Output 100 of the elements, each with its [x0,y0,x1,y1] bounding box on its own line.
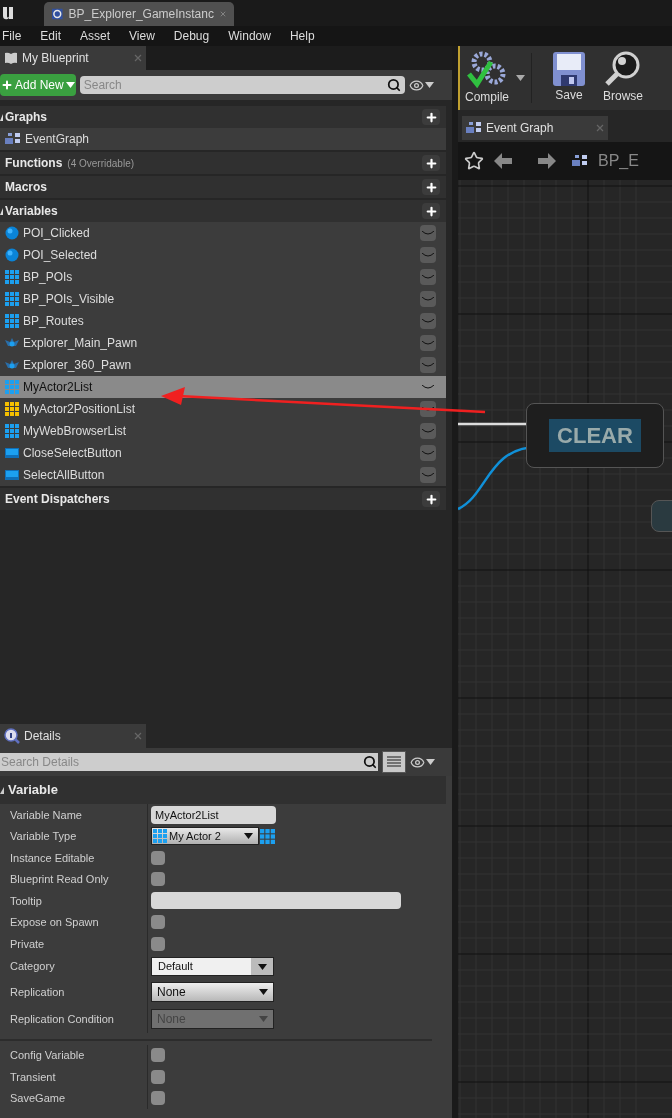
visibility-menu[interactable] [408,77,434,93]
replication-dropdown[interactable]: None [151,982,274,1002]
blueprint-item[interactable]: BP_Routes [0,310,446,332]
panel-tab[interactable]: Event Graph [462,116,608,140]
blueprint-item[interactable]: POI_Clicked [0,222,446,244]
plus-icon [424,180,438,194]
visibility-toggle[interactable] [420,247,436,263]
forward-arrow-icon[interactable] [538,152,556,170]
grid-icon [5,380,19,394]
section-header[interactable]: Event Dispatchers [0,488,446,510]
closed-eye-icon [422,318,434,324]
visibility-toggle[interactable] [420,269,436,285]
magnifier-icon [605,51,641,87]
blueprint-item[interactable]: MyActor2List [0,376,446,398]
graph-icon [466,122,482,134]
blueprint-item[interactable]: POI_Selected [0,244,446,266]
visibility-toggle[interactable] [420,467,436,483]
toolbar-button[interactable]: Browse [598,51,648,105]
menu-item[interactable]: Edit [40,27,62,45]
closed-eye-icon [422,428,434,434]
blueprint-item[interactable]: MyActor2PositionList [0,398,446,420]
visibility-menu[interactable] [410,754,435,770]
document-tab[interactable]: BP_Explorer_GameInstanc [44,2,234,26]
exec-wire [458,422,528,426]
menu-item[interactable]: Debug [173,27,210,45]
add-button[interactable] [422,491,440,507]
checkbox[interactable] [151,850,165,865]
add-button[interactable] [422,155,440,171]
visibility-toggle[interactable] [420,445,436,461]
blueprint-item[interactable]: CloseSelectButton [0,442,446,464]
category-combo[interactable]: Default [151,957,274,976]
closed-eye-icon [422,472,434,478]
toolbar-button[interactable]: Save [544,52,594,104]
checkbox[interactable] [151,1069,165,1084]
visibility-toggle[interactable] [420,357,436,373]
section-header[interactable]: Graphs [0,106,446,128]
property-label: Expose on Spawn [10,915,99,930]
plus-icon [424,156,438,170]
back-arrow-icon[interactable] [494,152,512,170]
menu-item[interactable]: Asset [80,27,111,45]
menu-item[interactable]: Help [289,27,315,45]
visibility-toggle[interactable] [420,313,436,329]
panel-tab[interactable]: Details [0,724,146,748]
close-icon[interactable] [219,10,226,18]
checkbox[interactable] [151,1048,165,1063]
blueprint-item[interactable]: MyWebBrowserList [0,420,446,442]
property-label: Transient [10,1069,56,1085]
menu-item[interactable]: File [2,27,22,45]
visibility-toggle[interactable] [420,423,436,439]
property-label: Instance Editable [10,850,95,866]
name-field[interactable]: MyActor2List [151,805,276,824]
type-dropdown[interactable]: My Actor 2 [151,827,259,846]
blueprint-item[interactable]: SelectAllButton [0,464,446,486]
section-header[interactable]: Variable [0,776,446,804]
visibility-toggle[interactable] [420,335,436,351]
app-logo[interactable] [2,5,14,21]
section-note: (4 Overridable) [67,156,135,171]
visibility-toggle[interactable] [420,225,436,241]
closed-eye-icon [422,274,434,280]
breadcrumb[interactable]: BP_E [598,149,639,173]
property-label: Replication Condition [10,1011,114,1027]
property-label: Variable Type [10,829,77,844]
add-button[interactable] [422,109,440,125]
tooltip-field[interactable] [151,892,401,910]
clear-node[interactable]: CLEAR [526,403,664,468]
caret-icon [259,989,268,995]
blueprint-item[interactable]: Explorer_Main_Pawn [0,332,446,354]
closed-eye-icon [422,362,434,368]
caret-icon [426,759,435,765]
closed-eye-icon [422,406,434,412]
close-icon[interactable] [134,732,142,740]
section-header[interactable]: Macros [0,176,446,198]
close-icon[interactable] [596,124,604,132]
closed-eye-icon [422,450,434,456]
menu-item[interactable]: View [129,27,155,45]
panel-tab[interactable]: My Blueprint [0,46,146,70]
property-matrix-button[interactable] [382,751,406,773]
blueprint-item[interactable]: BP_POIs_Visible [0,288,446,310]
visibility-toggle[interactable] [420,291,436,307]
add-button[interactable] [422,179,440,195]
grid-icon [5,402,19,416]
toolbar-button[interactable]: Compile [462,50,512,106]
star-icon[interactable] [464,151,484,171]
section-header[interactable]: Variables [0,200,446,222]
blueprint-item[interactable]: EventGraph [0,128,446,150]
caret-icon [257,963,267,970]
checkbox[interactable] [151,936,165,951]
checkbox[interactable] [151,1091,165,1106]
grid-icon [5,314,19,328]
ring-icon [52,7,63,21]
blueprint-item[interactable]: BP_POIs [0,266,446,288]
blueprint-item[interactable]: Explorer_360_Pawn [0,354,446,376]
section-header[interactable]: Functions (4 Overridable) [0,152,446,174]
checkbox[interactable] [151,915,165,930]
add-button[interactable] [422,203,440,219]
checkbox[interactable] [151,872,165,887]
close-icon[interactable] [134,54,142,62]
property-label: Config Variable [10,1048,85,1063]
menu-item[interactable]: Window [228,27,271,45]
search-icon [363,755,377,769]
